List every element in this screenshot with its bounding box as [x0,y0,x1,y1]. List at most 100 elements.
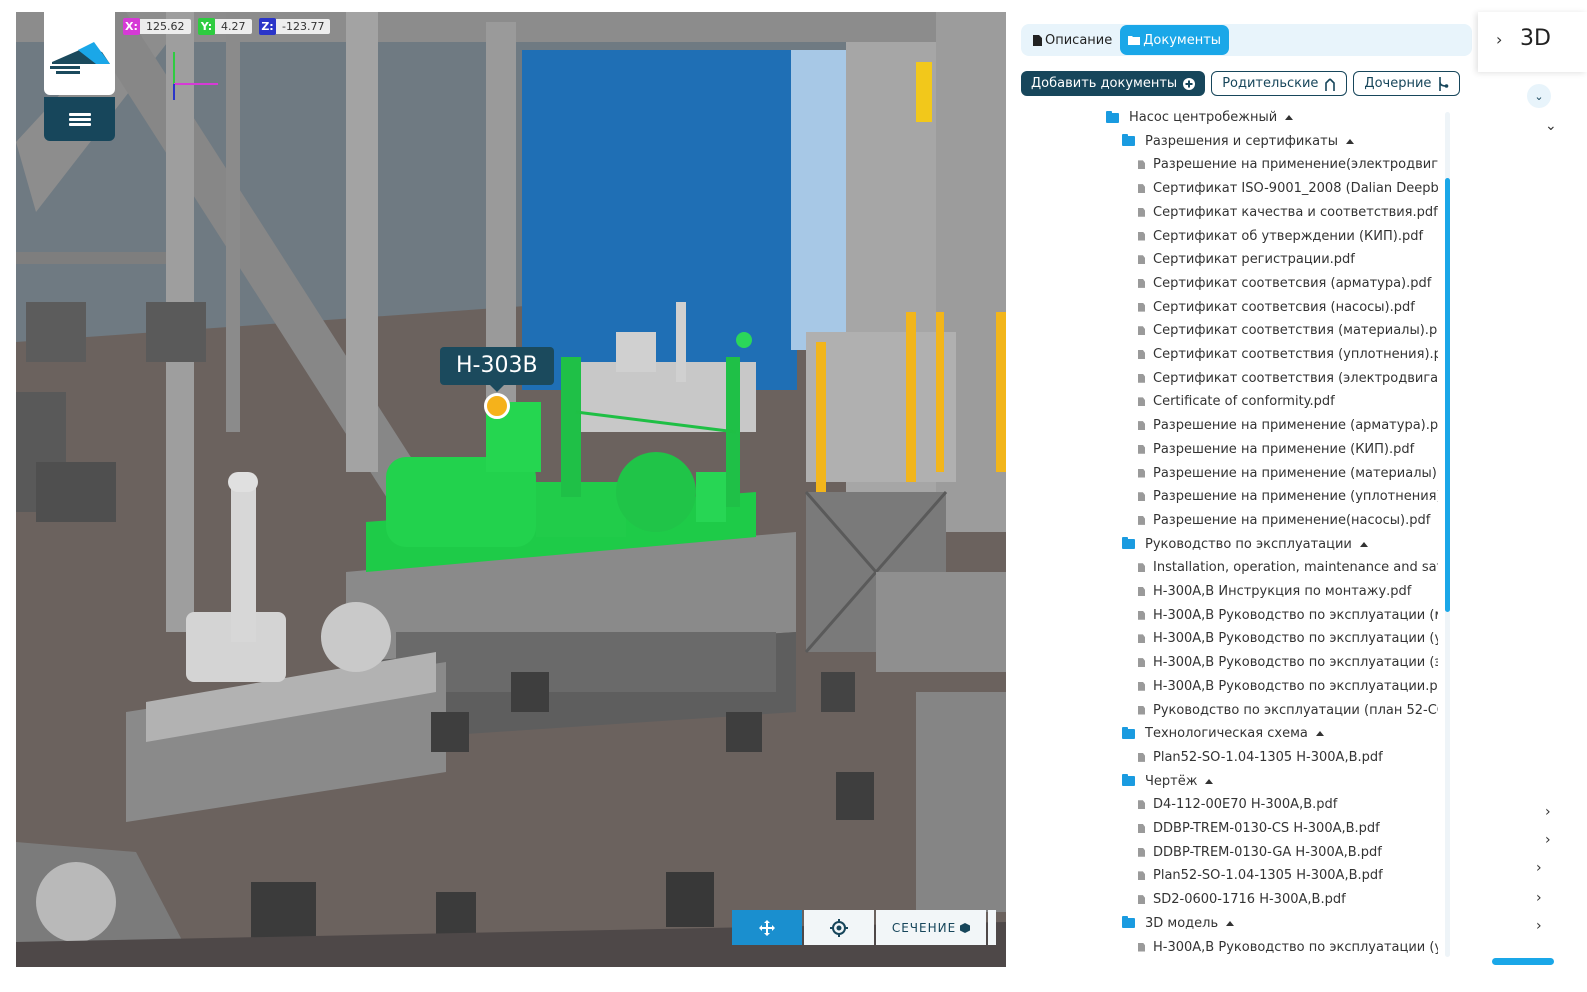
locate-button[interactable] [804,910,874,945]
caret-up-icon[interactable] [1345,138,1354,144]
move-arrows-icon [759,919,775,936]
file-icon [1138,160,1145,170]
plus-circle-icon [1183,77,1196,90]
tree-file[interactable]: DDBP-TREM-0130-GA H-300A,B.pdf [1138,841,1382,864]
tab-description[interactable]: Описание [1025,25,1120,55]
merge-icon [1325,77,1336,91]
chevron-right-icon[interactable]: › [1545,804,1551,820]
file-icon [1138,563,1145,573]
tree-item-label: H-300A,B Руководство по эксплуатации.pdf [1153,678,1438,694]
tree-file[interactable]: Plan52-SO-1.04-1305 H-300A,B.pdf [1138,864,1383,887]
tree-file[interactable]: Разрешение на применение (КИП).pdf [1138,438,1414,461]
caret-up-icon[interactable] [1315,731,1324,737]
tree-item-label: Сертификат об утверждении (КИП).pdf [1153,228,1424,244]
tree-file[interactable]: Installation, operation, maintenance and… [1138,556,1438,579]
tree-folder[interactable]: Чертёж [1122,770,1214,793]
tree-file[interactable]: H-300A,B Руководство по эксплуатации (му… [1138,604,1438,627]
tree-file[interactable]: D4-112-00E70 H-300A,B.pdf [1138,793,1337,816]
file-icon [1138,350,1145,359]
toolbar-overflow[interactable] [988,910,996,945]
file-icon [1033,34,1042,46]
cube-icon [960,922,971,933]
tree-file[interactable]: Разрешение на применение(насосы).pdf [1138,509,1430,532]
file-icon [1138,634,1145,644]
chevron-down-icon[interactable]: ⌄ [1545,118,1557,134]
tree-scrollbar[interactable] [1445,112,1450,957]
section-button[interactable]: СЕЧЕНИЕ [876,910,986,945]
3d-viewport[interactable]: X: 125.62 Y: 4.27 Z: -123.77 H-303B СЕЧЕ… [16,12,1006,967]
tree-file[interactable]: Сертификат качества и соответствия.pdf [1138,201,1438,224]
caret-up-icon[interactable] [1359,541,1368,547]
file-icon [1138,373,1145,383]
tab-documents[interactable]: Документы [1120,25,1230,55]
caret-up-icon[interactable] [1205,778,1214,784]
chevron-right-icon[interactable]: › [1536,890,1542,906]
tree-item-label: Разрешение на применение (уплотнения).pd… [1153,489,1438,505]
tree-folder[interactable]: 3D модель [1122,912,1235,935]
coord-y: Y: 4.27 [198,18,252,35]
chevron-right-icon[interactable]: › [1545,832,1551,848]
expand-chevron-icon[interactable]: › [1496,30,1502,49]
parents-label: Родительские [1222,76,1319,91]
tree-file[interactable]: Разрешение на применение (уплотнения).pd… [1138,485,1438,508]
tree-file[interactable]: Сертификат ISO-9001_2008 (Dalian Deepblu… [1138,177,1438,200]
tree-file[interactable]: Разрешение на применение (материалы).pdf [1138,462,1438,485]
tree-file[interactable]: H-300A,B Руководство по эксплуатации (уп… [1138,936,1438,959]
children-button[interactable]: Дочерние [1353,71,1461,96]
tree-item-label: Руководство по эксплуатации (план 52-CO-… [1153,702,1438,718]
tree-file[interactable]: H-300A,B Инструкция по монтажу.pdf [1138,580,1411,603]
tree-file[interactable]: H-300A,B Руководство по эксплуатации.pdf [1138,675,1438,698]
chevron-right-icon[interactable]: › [1536,860,1542,876]
tree-file[interactable]: Разрешение на применение(электродвигател… [1138,153,1438,176]
tree-file[interactable]: DDBP-TREM-0130-CS H-300A,B.pdf [1138,817,1380,840]
tree-item-label: Installation, operation, maintenance and… [1153,560,1438,576]
children-label: Дочерние [1364,76,1432,91]
tree-file[interactable]: Сертификат соответствия (уплотнения).pdf [1138,343,1438,366]
file-icon [1138,255,1145,265]
right-scrollbar-thumb[interactable] [1492,958,1554,965]
logo-card [44,12,115,95]
tree-file[interactable]: Сертификат регистрации.pdf [1138,248,1355,271]
object-tag-label[interactable]: H-303B [440,347,554,392]
tree-file[interactable]: Plan52-SO-1.04-1305 H-300A,B.pdf [1138,746,1383,769]
tree-file[interactable]: Сертификат соответсвия (насосы).pdf [1138,296,1415,319]
company-logo-icon [50,42,110,74]
file-icon [1138,515,1145,525]
panel-tabs: Описание Документы [1021,24,1472,56]
folder-icon [1122,134,1135,147]
add-documents-button[interactable]: Добавить документы [1021,71,1206,96]
tree-item-label: Сертификат регистрации.pdf [1153,252,1355,268]
file-icon [1138,207,1145,217]
tree-file[interactable]: Сертификат об утверждении (КИП).pdf [1138,225,1423,248]
tree-folder[interactable]: Руководство по эксплуатации [1122,533,1368,556]
parents-button[interactable]: Родительские [1211,71,1348,96]
tree-file[interactable]: Сертификат соответствия (материалы).pdf [1138,319,1438,342]
chevron-right-icon[interactable]: › [1536,918,1542,934]
tree-file[interactable]: SD2-0600-1716 H-300A,B.pdf [1138,888,1346,911]
collapse-chevron-icon[interactable]: ⌄ [1527,84,1551,108]
caret-up-icon[interactable] [1226,920,1235,926]
tree-folder[interactable]: Разрешения и сертификаты [1122,130,1354,153]
tree-file[interactable]: Сертификат соответсвия (арматура).pdf [1138,272,1431,295]
object-pin-marker[interactable] [484,393,510,419]
hamburger-menu-button[interactable] [44,97,115,141]
file-icon [1138,492,1145,502]
tree-file[interactable]: Руководство по эксплуатации (план 52-CO-… [1138,699,1438,722]
tree-item-label: H-300A,B Руководство по эксплуатации (уп… [1153,631,1438,647]
tree-item-label: 3D модель [1145,915,1219,931]
tree-folder[interactable]: Насос центробежный [1106,106,1294,129]
tree-item-label: H-300A,B Руководство по эксплуатации (эл… [1153,655,1438,671]
tree-file[interactable]: H-300A,B Руководство по эксплуатации (эл… [1138,651,1438,674]
tree-file[interactable]: H-300A,B Руководство по эксплуатации (уп… [1138,627,1438,650]
tree-scrollbar-thumb[interactable] [1445,178,1450,612]
file-icon [1138,421,1145,431]
tree-file[interactable]: Certificate of conformity.pdf [1138,390,1335,413]
tree-folder[interactable]: Технологическая схема [1122,722,1324,745]
caret-up-icon[interactable] [1285,115,1294,120]
tree-file[interactable]: Сертификат соответствия (электродвигател… [1138,367,1438,390]
move-tool-button[interactable] [732,910,802,945]
tree-file[interactable]: Разрешение на применение (арматура).pdf [1138,414,1438,437]
file-icon [1138,278,1145,288]
folder-icon [1106,110,1119,123]
tree-item-label: Чертёж [1145,773,1198,789]
